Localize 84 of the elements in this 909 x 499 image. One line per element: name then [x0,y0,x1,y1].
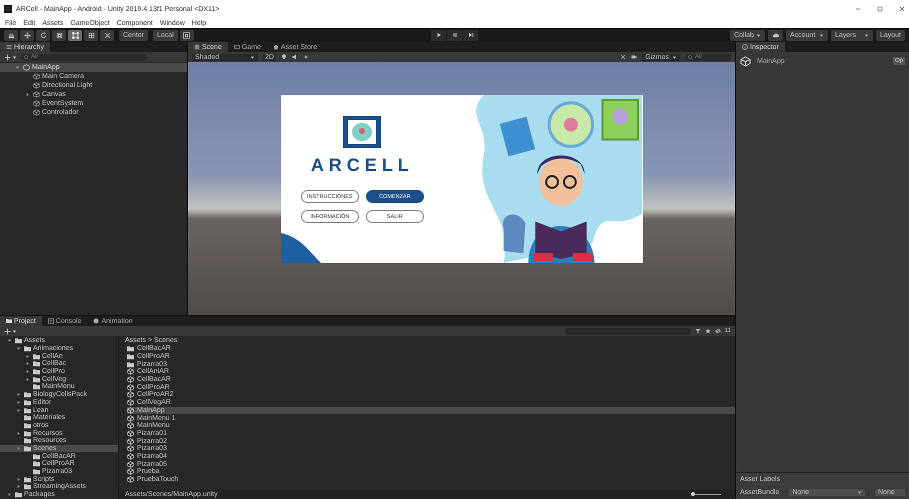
grid-snap-icon [183,32,190,38]
plus-icon [4,54,11,60]
speaker-icon [292,54,298,60]
pause-icon [452,32,458,38]
hidden-eye-icon [714,328,721,334]
corner-wave-drawing [280,233,320,263]
caret-icon [864,32,869,38]
caret-icon [12,54,17,60]
caret-icon [756,32,761,38]
move-tool-icon [24,32,30,38]
game-icon [234,44,240,50]
slider-thumb[interactable] [690,492,694,496]
step-button[interactable] [463,30,478,40]
collapsed-arrow-icon[interactable] [16,392,21,398]
project-icon [6,318,12,324]
filter-icon [694,328,701,334]
expanded-arrow-icon[interactable] [16,346,21,352]
collapsed-arrow-icon[interactable] [25,376,30,382]
console-icon [48,318,54,324]
cube-outline-icon [33,91,40,98]
collapsed-arrow-icon[interactable] [25,369,30,374]
collapsed-arrow-icon[interactable] [16,430,21,436]
search-icon [688,54,693,60]
expanded-arrow-icon[interactable] [16,446,21,451]
cube-outline-icon [33,73,40,80]
transform-tool-icon [88,32,94,38]
collapsed-arrow-icon[interactable] [16,408,21,413]
scale-tool-icon [56,32,62,38]
close-icon [899,6,905,12]
scale-tool-button[interactable] [52,30,66,40]
step-icon [468,32,474,38]
custom-tool-icon [104,32,110,38]
caret-icon [672,54,677,60]
maximize-icon [877,6,883,12]
collapsed-arrow-icon[interactable] [16,476,21,482]
expanded-arrow-icon[interactable] [7,338,12,344]
cell-logo-icon [342,115,382,149]
rotate-tool-button[interactable] [36,30,50,40]
collapsed-arrow-icon[interactable] [16,400,21,405]
collapsed-arrow-icon[interactable] [7,492,12,498]
play-button[interactable] [431,30,446,40]
unity-cube-icon [23,64,30,71]
caret-icon [818,32,824,38]
grid-snap-button[interactable] [180,30,194,40]
collapsed-arrow-icon[interactable] [25,92,30,97]
move-tool-button[interactable] [20,30,34,40]
collapsed-arrow-icon[interactable] [25,361,30,366]
light-bulb-icon [280,54,287,60]
pause-button[interactable] [447,30,462,40]
rect-tool-button[interactable] [68,30,82,40]
store-icon [272,44,279,50]
cloud-icon [772,32,779,38]
cloud-button[interactable] [768,30,783,40]
minimize-icon [855,6,861,12]
expanded-arrow-icon[interactable] [15,65,20,70]
collapsed-arrow-icon[interactable] [16,484,21,490]
plus-icon [4,328,11,334]
tools-icon [620,54,626,60]
caret-icon [12,328,17,334]
unity-logo-icon [740,56,751,66]
add-button[interactable] [4,54,17,60]
camera-icon [631,54,638,60]
cube-outline-icon [33,82,40,89]
play-icon [436,32,442,38]
list-icon [6,44,12,50]
app-title: ARCELL [310,155,414,176]
search-field[interactable] [564,328,691,334]
cube-outline-icon [33,109,40,116]
hand-tool-button[interactable] [4,30,18,40]
cube-outline-icon [33,100,40,107]
custom-tool-button[interactable] [100,30,114,40]
info-icon [742,44,748,50]
sparkle-icon [302,54,309,60]
transform-tool-button[interactable] [84,30,98,40]
search-icon [24,54,29,60]
rotate-tool-icon [40,32,46,38]
caret-icon [857,490,862,494]
unity-logo-icon [4,5,12,13]
rect-tool-icon [72,32,78,38]
caret-icon [250,54,255,60]
scene-icon [194,44,200,50]
collapsed-arrow-icon[interactable] [25,354,30,359]
star-icon [704,328,711,334]
add-button[interactable] [4,328,17,334]
